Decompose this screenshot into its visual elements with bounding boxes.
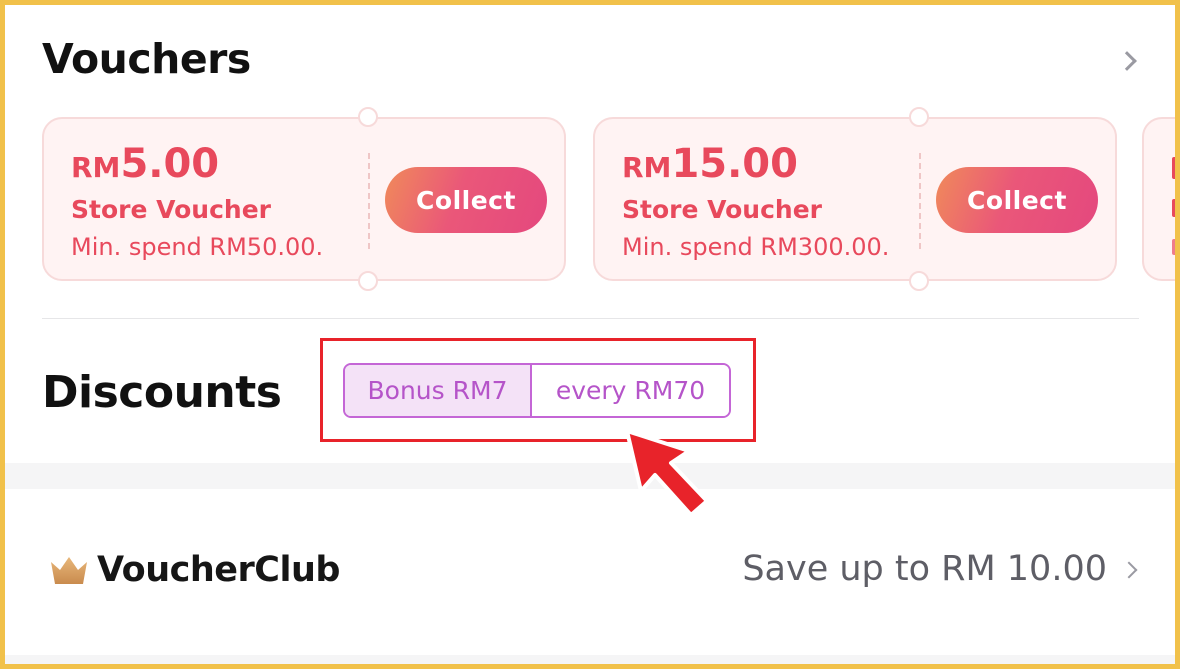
voucher-type-partial xyxy=(1172,199,1175,217)
voucher-card: RM5.00 Store Voucher Min. spend RM50.00.… xyxy=(42,107,566,291)
section-gap xyxy=(5,655,1175,664)
voucher-amount: RM15.00 xyxy=(622,141,798,187)
page-frame: Vouchers RM5.00 Store Voucher Min. spend… xyxy=(5,5,1175,664)
voucher-card-partial[interactable] xyxy=(1142,117,1175,281)
discounts-title: Discounts xyxy=(42,367,282,418)
vouchers-title: Vouchers xyxy=(42,35,251,83)
voucherclub-title[interactable]: VoucherClub xyxy=(97,550,340,590)
voucher-min-spend: Min. spend RM50.00. xyxy=(71,233,324,261)
collect-button[interactable]: Collect xyxy=(385,167,547,233)
voucher-min-partial xyxy=(1172,239,1175,255)
chevron-right-icon[interactable] xyxy=(1120,561,1138,579)
voucher-type: Store Voucher xyxy=(71,195,271,224)
voucher-type: Store Voucher xyxy=(622,195,822,224)
voucher-divider xyxy=(368,153,370,249)
ticket-notch xyxy=(909,107,929,127)
section-divider xyxy=(42,318,1139,319)
voucherclub-save-text[interactable]: Save up to RM 10.00 xyxy=(742,549,1107,589)
voucher-amount-partial xyxy=(1172,157,1175,179)
voucher-card: RM15.00 Store Voucher Min. spend RM300.0… xyxy=(593,107,1117,291)
voucher-value: 5.00 xyxy=(120,141,220,187)
crown-icon xyxy=(51,557,87,584)
voucher-currency: RM xyxy=(71,151,121,184)
ticket-notch xyxy=(909,271,929,291)
cursor-arrow-icon xyxy=(625,429,709,517)
section-gap xyxy=(5,463,1175,489)
voucher-currency: RM xyxy=(622,151,672,184)
voucher-min-spend: Min. spend RM300.00. xyxy=(622,233,890,261)
ticket-notch xyxy=(358,271,378,291)
chevron-right-icon[interactable] xyxy=(1117,51,1137,71)
voucher-value: 15.00 xyxy=(671,141,798,187)
collect-button[interactable]: Collect xyxy=(936,167,1098,233)
voucher-amount: RM5.00 xyxy=(71,141,219,187)
ticket-notch xyxy=(358,107,378,127)
voucher-divider xyxy=(919,153,921,249)
